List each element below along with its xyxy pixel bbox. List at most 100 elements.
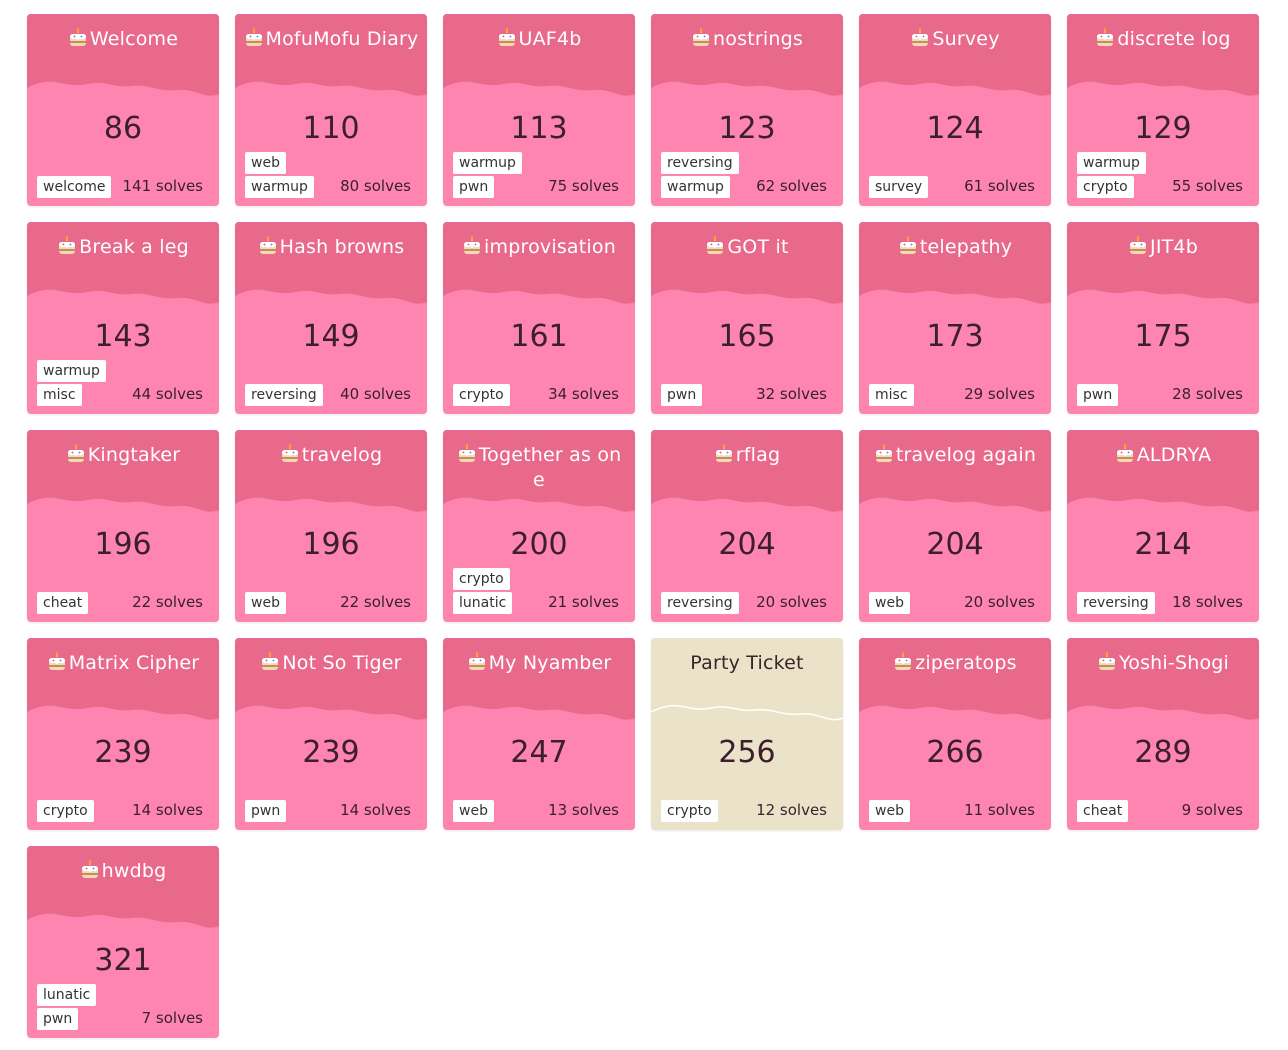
challenge-points: 196: [302, 527, 360, 562]
challenge-tags: survey: [869, 176, 929, 198]
challenge-card[interactable]: Party Ticket 256 crypto 12 solves: [651, 638, 843, 830]
challenge-card[interactable]: travelog 196 web 22 solves: [235, 430, 427, 622]
challenge-card[interactable]: Together as one 200 crypto lunatic 21 solves: [443, 430, 635, 622]
challenge-tags: misc: [869, 384, 914, 406]
category-tag[interactable]: welcome: [37, 176, 112, 198]
category-tag[interactable]: warmup: [37, 360, 106, 382]
solve-count: 22 solves: [132, 593, 203, 611]
challenge-title: rflag: [659, 443, 835, 468]
category-tag[interactable]: reversing: [661, 152, 739, 174]
challenge-title: hwdbg: [35, 859, 211, 884]
category-tag[interactable]: crypto: [661, 800, 718, 822]
category-tag[interactable]: misc: [869, 384, 914, 406]
cake-icon: [57, 236, 77, 256]
challenge-card[interactable]: Hash browns 149 reversing 40 solves: [235, 222, 427, 414]
challenge-title: nostrings: [659, 27, 835, 52]
challenge-points: 200: [510, 527, 568, 562]
challenge-card[interactable]: hwdbg 321 lunatic pwn 7 solves: [27, 846, 219, 1038]
category-tag[interactable]: warmup: [1077, 152, 1146, 174]
category-tag[interactable]: web: [245, 592, 286, 614]
challenge-points: 239: [302, 735, 360, 770]
solve-count: 32 solves: [756, 385, 827, 403]
category-tag[interactable]: web: [245, 152, 286, 174]
challenge-points: 204: [926, 527, 984, 562]
challenge-card[interactable]: Not So Tiger 239 pwn 14 solves: [235, 638, 427, 830]
challenge-card[interactable]: ziperatops 266 web 11 solves: [859, 638, 1051, 830]
category-tag[interactable]: reversing: [245, 384, 323, 406]
challenge-points: 266: [926, 735, 984, 770]
category-tag[interactable]: misc: [37, 384, 82, 406]
challenge-grid: Welcome 86 welcome 141 solves MofuMofu Diary…: [0, 0, 1288, 1050]
category-tag[interactable]: lunatic: [37, 984, 97, 1006]
cake-icon: [47, 652, 67, 672]
challenge-card[interactable]: travelog again 204 web 20 solves: [859, 430, 1051, 622]
category-tag[interactable]: crypto: [1077, 176, 1134, 198]
challenge-tags: warmup pwn: [453, 152, 522, 198]
challenge-card[interactable]: Kingtaker 196 cheat 22 solves: [27, 430, 219, 622]
solve-count: 14 solves: [132, 801, 203, 819]
challenge-points: 256: [718, 735, 776, 770]
category-tag[interactable]: survey: [869, 176, 929, 198]
challenge-card[interactable]: ALDRYA 214 reversing 18 solves: [1067, 430, 1259, 622]
category-tag[interactable]: pwn: [453, 176, 495, 198]
challenge-card[interactable]: discrete log 129 warmup crypto 55 solves: [1067, 14, 1259, 206]
category-tag[interactable]: web: [869, 592, 910, 614]
category-tag[interactable]: warmup: [453, 152, 522, 174]
challenge-points: 86: [103, 111, 143, 146]
solve-count: 13 solves: [548, 801, 619, 819]
cake-icon: [497, 28, 517, 48]
challenge-name: Together as one: [478, 444, 622, 491]
cake-icon: [80, 860, 100, 880]
challenge-name: rflag: [735, 444, 781, 466]
challenge-card[interactable]: JIT4b 175 pwn 28 solves: [1067, 222, 1259, 414]
challenge-card[interactable]: UAF4b 113 warmup pwn 75 solves: [443, 14, 635, 206]
cake-icon: [462, 236, 482, 256]
category-tag[interactable]: cheat: [37, 592, 89, 614]
challenge-name: Not So Tiger: [282, 652, 402, 674]
category-tag[interactable]: pwn: [661, 384, 703, 406]
category-tag[interactable]: crypto: [453, 384, 510, 406]
solve-count: 9 solves: [1181, 801, 1243, 819]
challenge-card[interactable]: rflag 204 reversing 20 solves: [651, 430, 843, 622]
challenge-tags: pwn: [661, 384, 703, 406]
challenge-card[interactable]: improvisation 161 crypto 34 solves: [443, 222, 635, 414]
challenge-tags: warmup crypto: [1077, 152, 1146, 198]
category-tag[interactable]: reversing: [661, 592, 739, 614]
category-tag[interactable]: pwn: [37, 1008, 79, 1030]
challenge-tags: web: [245, 592, 286, 614]
challenge-card[interactable]: Welcome 86 welcome 141 solves: [27, 14, 219, 206]
solve-count: 20 solves: [756, 593, 827, 611]
category-tag[interactable]: pwn: [245, 800, 287, 822]
challenge-card[interactable]: MofuMofu Diary 110 web warmup 80 solves: [235, 14, 427, 206]
category-tag[interactable]: lunatic: [453, 592, 513, 614]
challenge-points: 149: [302, 319, 360, 354]
challenge-name: hwdbg: [101, 860, 167, 882]
challenge-card[interactable]: Break a leg 143 warmup misc 44 solves: [27, 222, 219, 414]
challenge-card[interactable]: My Nyamber 247 web 13 solves: [443, 638, 635, 830]
cake-icon: [260, 652, 280, 672]
category-tag[interactable]: crypto: [453, 568, 510, 590]
category-tag[interactable]: warmup: [245, 176, 314, 198]
challenge-name: Survey: [932, 28, 1000, 50]
challenge-card[interactable]: GOT it 165 pwn 32 solves: [651, 222, 843, 414]
challenge-name: GOT it: [727, 236, 789, 258]
challenge-card[interactable]: telepathy 173 misc 29 solves: [859, 222, 1051, 414]
challenge-card[interactable]: Matrix Cipher 239 crypto 14 solves: [27, 638, 219, 830]
challenge-card[interactable]: Yoshi-Shogi 289 cheat 9 solves: [1067, 638, 1259, 830]
challenge-tags: cheat: [37, 592, 89, 614]
category-tag[interactable]: web: [453, 800, 494, 822]
cake-icon: [893, 652, 913, 672]
challenge-card[interactable]: Survey 124 survey 61 solves: [859, 14, 1051, 206]
category-tag[interactable]: warmup: [661, 176, 730, 198]
category-tag[interactable]: pwn: [1077, 384, 1119, 406]
category-tag[interactable]: cheat: [1077, 800, 1129, 822]
challenge-title: ziperatops: [867, 651, 1043, 676]
challenge-tags: reversing: [661, 592, 739, 614]
challenge-tags: web: [453, 800, 494, 822]
challenge-card[interactable]: nostrings 123 reversing warmup 62 solves: [651, 14, 843, 206]
category-tag[interactable]: reversing: [1077, 592, 1155, 614]
category-tag[interactable]: web: [869, 800, 910, 822]
cake-icon: [457, 444, 477, 464]
solve-count: 55 solves: [1172, 177, 1243, 195]
category-tag[interactable]: crypto: [37, 800, 94, 822]
